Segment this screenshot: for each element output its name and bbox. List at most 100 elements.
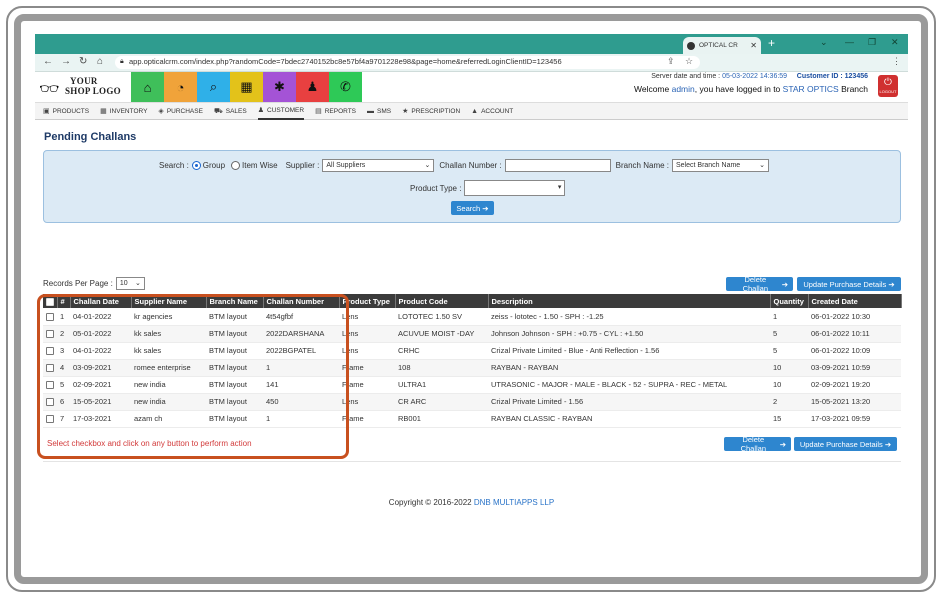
quick-tab-user[interactable]: ♟: [296, 72, 329, 102]
back-arrow-icon[interactable]: ←: [43, 56, 53, 67]
table-row[interactable]: 6 15-05-2021 new india BTM layout 450 Lens CR …: [43, 393, 901, 411]
welcome-suffix: Branch: [838, 84, 868, 94]
row-checkbox[interactable]: [46, 381, 54, 389]
nav-item-label: INVENTORY: [109, 107, 148, 115]
logout-button[interactable]: ⏻ LOGOUT: [878, 75, 898, 97]
table-cell: 2022BGPATEL: [263, 342, 339, 360]
table-row[interactable]: 7 17-03-2021 azam ch BTM layout 1 Frame RB001 R…: [43, 410, 901, 428]
column-header[interactable]: Product Type: [339, 294, 396, 308]
column-header[interactable]: Product Code: [395, 294, 489, 308]
quick-tab-dashboard[interactable]: ◔: [164, 72, 197, 102]
item-wise-radio-label: Item Wise: [242, 161, 278, 170]
quick-tab-home[interactable]: ⌂: [131, 72, 164, 102]
nav-item-account[interactable]: ▲ ACCOUNT: [471, 103, 513, 120]
home-icon[interactable]: ⌂: [97, 56, 103, 67]
nav-item-sales[interactable]: ⛟ SALES: [214, 103, 247, 120]
delete-challan-button-top[interactable]: Delete Challan ➔: [726, 275, 793, 293]
company-link[interactable]: DNB MULTIAPPS LLP: [474, 498, 554, 507]
select-all-checkbox[interactable]: [46, 297, 54, 306]
arrow-right-icon: ➔: [888, 279, 895, 289]
search-button[interactable]: Search ➔: [451, 201, 494, 215]
forward-arrow-icon[interactable]: →: [61, 56, 71, 67]
pending-challans-table: # Challan Date Supplier Name Branch Name Cha…: [43, 294, 902, 428]
product-type-select[interactable]: ▾: [464, 180, 566, 196]
nav-item-sms[interactable]: ▬ SMS: [367, 103, 391, 120]
records-per-page: Records Per Page : 10 ⌄: [43, 277, 145, 290]
row-checkbox[interactable]: [46, 312, 54, 321]
column-header[interactable]: #: [57, 294, 71, 308]
cart-icon: ⛟: [213, 107, 223, 115]
column-header[interactable]: Description: [488, 294, 771, 308]
kebab-menu-icon[interactable]: ⋮: [892, 56, 901, 67]
column-header[interactable]: Supplier Name: [131, 294, 207, 308]
table-row[interactable]: 4 03-09-2021 romee enterprise BTM layout 1 Fr…: [43, 359, 901, 377]
bookmark-star-icon[interactable]: ☆: [685, 56, 693, 67]
row-checkbox[interactable]: [46, 398, 54, 406]
column-header[interactable]: Created Date: [808, 294, 902, 308]
table-cell: 10: [770, 359, 808, 377]
table-row[interactable]: 1 04-01-2022 kr agencies BTM layout 4t54gfbf…: [43, 308, 901, 326]
column-header[interactable]: Challan Date: [70, 294, 132, 308]
table-row[interactable]: 5 02-09-2021 new india BTM layout 141 Frame UL…: [43, 376, 901, 394]
nav-item-customer[interactable]: ♟ CUSTOMER: [257, 103, 305, 120]
nav-item-reports[interactable]: ▤ REPORTS: [315, 103, 356, 120]
quick-tab-whatsapp[interactable]: ✆: [329, 72, 362, 102]
nav-item-prescription[interactable]: ★ PRESCRIPTION: [402, 103, 460, 120]
new-tab-button[interactable]: +: [768, 36, 775, 50]
inner-frame: OPTICAL CR ✕ + ⌄ — ❐ ✕ ← → ↻ ⌂ 🔒︎ app.op…: [14, 14, 928, 584]
table-cell: ULTRA1: [395, 376, 488, 394]
column-header[interactable]: Branch Name: [206, 294, 264, 308]
update-purchase-button-top[interactable]: Update Purchase Details ➔: [797, 277, 901, 291]
records-per-page-label: Records Per Page :: [43, 279, 113, 288]
update-purchase-label: Update Purchase Details: [803, 279, 887, 289]
browser-tab[interactable]: OPTICAL CR ✕: [683, 37, 761, 54]
shop-logo[interactable]: 👓︎ YOUR SHOP LOGO: [39, 74, 127, 100]
table-row[interactable]: 3 04-01-2022 kk sales BTM layout 2022BGPATEL…: [43, 342, 901, 360]
close-window-icon[interactable]: ✕: [891, 37, 899, 48]
row-checkbox[interactable]: [46, 364, 54, 372]
group-radio[interactable]: [191, 161, 201, 170]
table-cell: 5: [770, 325, 808, 343]
challan-number-input[interactable]: [504, 159, 611, 172]
item-wise-radio[interactable]: [231, 161, 241, 170]
customer-id-value: 123456: [844, 73, 868, 80]
caret-down-icon: ▾: [557, 184, 562, 191]
page-title: Pending Challans: [44, 131, 137, 143]
quick-tab-settings[interactable]: ✱: [263, 72, 296, 102]
row-checkbox[interactable]: [46, 415, 54, 423]
table-cell: 15: [770, 410, 808, 428]
table-cell: RB001: [395, 410, 488, 428]
nav-item-label: PRESCRIPTION: [411, 107, 461, 115]
quick-tab-grid[interactable]: ▦: [230, 72, 263, 102]
supplier-select[interactable]: All Suppliers ⌄: [322, 159, 435, 172]
nav-item-purchase[interactable]: ◈ PURCHASE: [158, 103, 203, 120]
close-icon[interactable]: ✕: [750, 41, 757, 50]
table-row[interactable]: 2 05-01-2022 kk sales BTM layout 2022DARSHAN…: [43, 325, 901, 343]
nav-item-inventory[interactable]: ▦ INVENTORY: [100, 103, 147, 120]
table-cell: 2022DARSHANA: [263, 325, 339, 343]
share-icon[interactable]: ⇪: [667, 56, 675, 67]
nav-item-products[interactable]: ▣ PRODUCTS: [43, 103, 89, 120]
delete-challan-button-bottom[interactable]: Delete Challan ➔: [724, 435, 791, 453]
url-input[interactable]: 🔒︎ app.opticalcrm.com/index.php?randomCo…: [115, 56, 700, 69]
row-checkbox[interactable]: [46, 330, 54, 338]
whatsapp-icon: ✆: [340, 79, 351, 94]
table-cell: CR ARC: [395, 393, 488, 411]
update-purchase-button-bottom[interactable]: Update Purchase Details ➔: [794, 437, 897, 451]
quick-tab-search[interactable]: ⌕: [197, 72, 230, 102]
branch-name-select[interactable]: Select Branch Name ⌄: [672, 159, 769, 172]
chevron-down-icon[interactable]: ⌄: [820, 37, 828, 48]
row-select-cell: [43, 325, 57, 343]
table-cell: Lens: [339, 325, 395, 343]
column-header[interactable]: Challan Number: [263, 294, 340, 308]
table-cell: BTM layout: [206, 308, 263, 326]
table-cell: Lens: [339, 342, 395, 360]
table-cell: 06-01-2022 10:09: [808, 342, 901, 360]
table-cell: 141: [263, 376, 339, 394]
column-header[interactable]: Quantity: [770, 294, 809, 308]
records-per-page-select[interactable]: 10 ⌄: [115, 277, 145, 290]
row-checkbox[interactable]: [46, 347, 54, 355]
reload-icon[interactable]: ↻: [79, 56, 87, 67]
minimize-icon[interactable]: —: [845, 37, 854, 47]
maximize-icon[interactable]: ❐: [868, 37, 876, 48]
